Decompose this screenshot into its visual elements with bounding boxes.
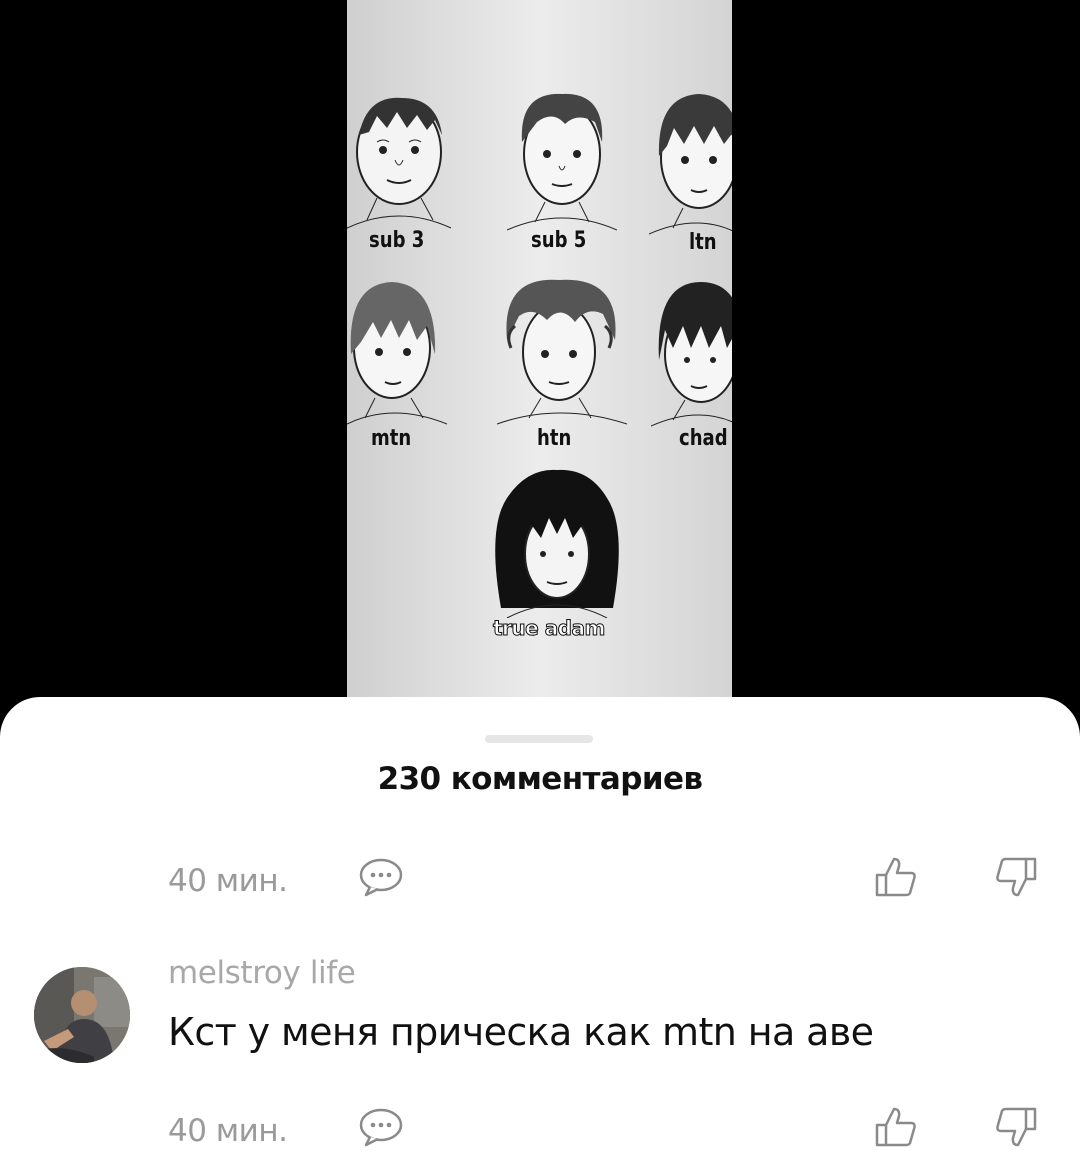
comments-count-title: 230 комментариев <box>377 761 703 797</box>
avatar[interactable] <box>34 967 130 1063</box>
video-frame: sub 3 sub 5 ltn mtn htn chad true adam <box>347 0 732 700</box>
face-drawing-mtn <box>347 282 447 425</box>
face-drawing-sub3 <box>347 97 452 229</box>
face-label: sub 3 <box>369 228 425 253</box>
thumbs-down-icon[interactable] <box>994 1105 1038 1149</box>
avatar-image <box>34 967 130 1063</box>
comment-time: 40 мин. <box>168 1113 288 1149</box>
video-player[interactable]: sub 3 sub 5 ltn mtn htn chad true adam <box>0 0 1080 740</box>
face-label: htn <box>537 426 572 451</box>
comment-actions-row: 40 мин. <box>0 1107 1080 1157</box>
comment-text: Кст у меня прическа как mtn на аве <box>168 1010 874 1054</box>
thumbs-down-icon[interactable] <box>994 855 1038 899</box>
thumbs-up-icon[interactable] <box>874 1105 918 1149</box>
face-drawing-true-adam <box>495 469 619 618</box>
face-drawing-htn <box>497 279 627 425</box>
face-drawing-chad <box>651 282 732 427</box>
face-drawing-sub5 <box>507 93 617 231</box>
speech-bubble-icon[interactable] <box>358 1107 404 1147</box>
comments-sheet: 230 комментариев 40 мин. melstroy life К… <box>0 697 1080 1172</box>
face-label: ltn <box>689 230 717 255</box>
face-label: chad <box>679 426 728 451</box>
face-drawing-ltn <box>649 94 732 235</box>
comment-username[interactable]: melstroy life <box>168 955 356 991</box>
comment-time: 40 мин. <box>168 863 288 899</box>
face-label: sub 5 <box>531 228 587 253</box>
speech-bubble-icon[interactable] <box>358 857 404 897</box>
thumbs-up-icon[interactable] <box>874 855 918 899</box>
face-label: mtn <box>371 426 412 451</box>
comment-actions-row: 40 мин. <box>0 857 1080 907</box>
drag-handle[interactable] <box>485 735 593 743</box>
face-label-true-adam: true adam <box>493 616 606 641</box>
